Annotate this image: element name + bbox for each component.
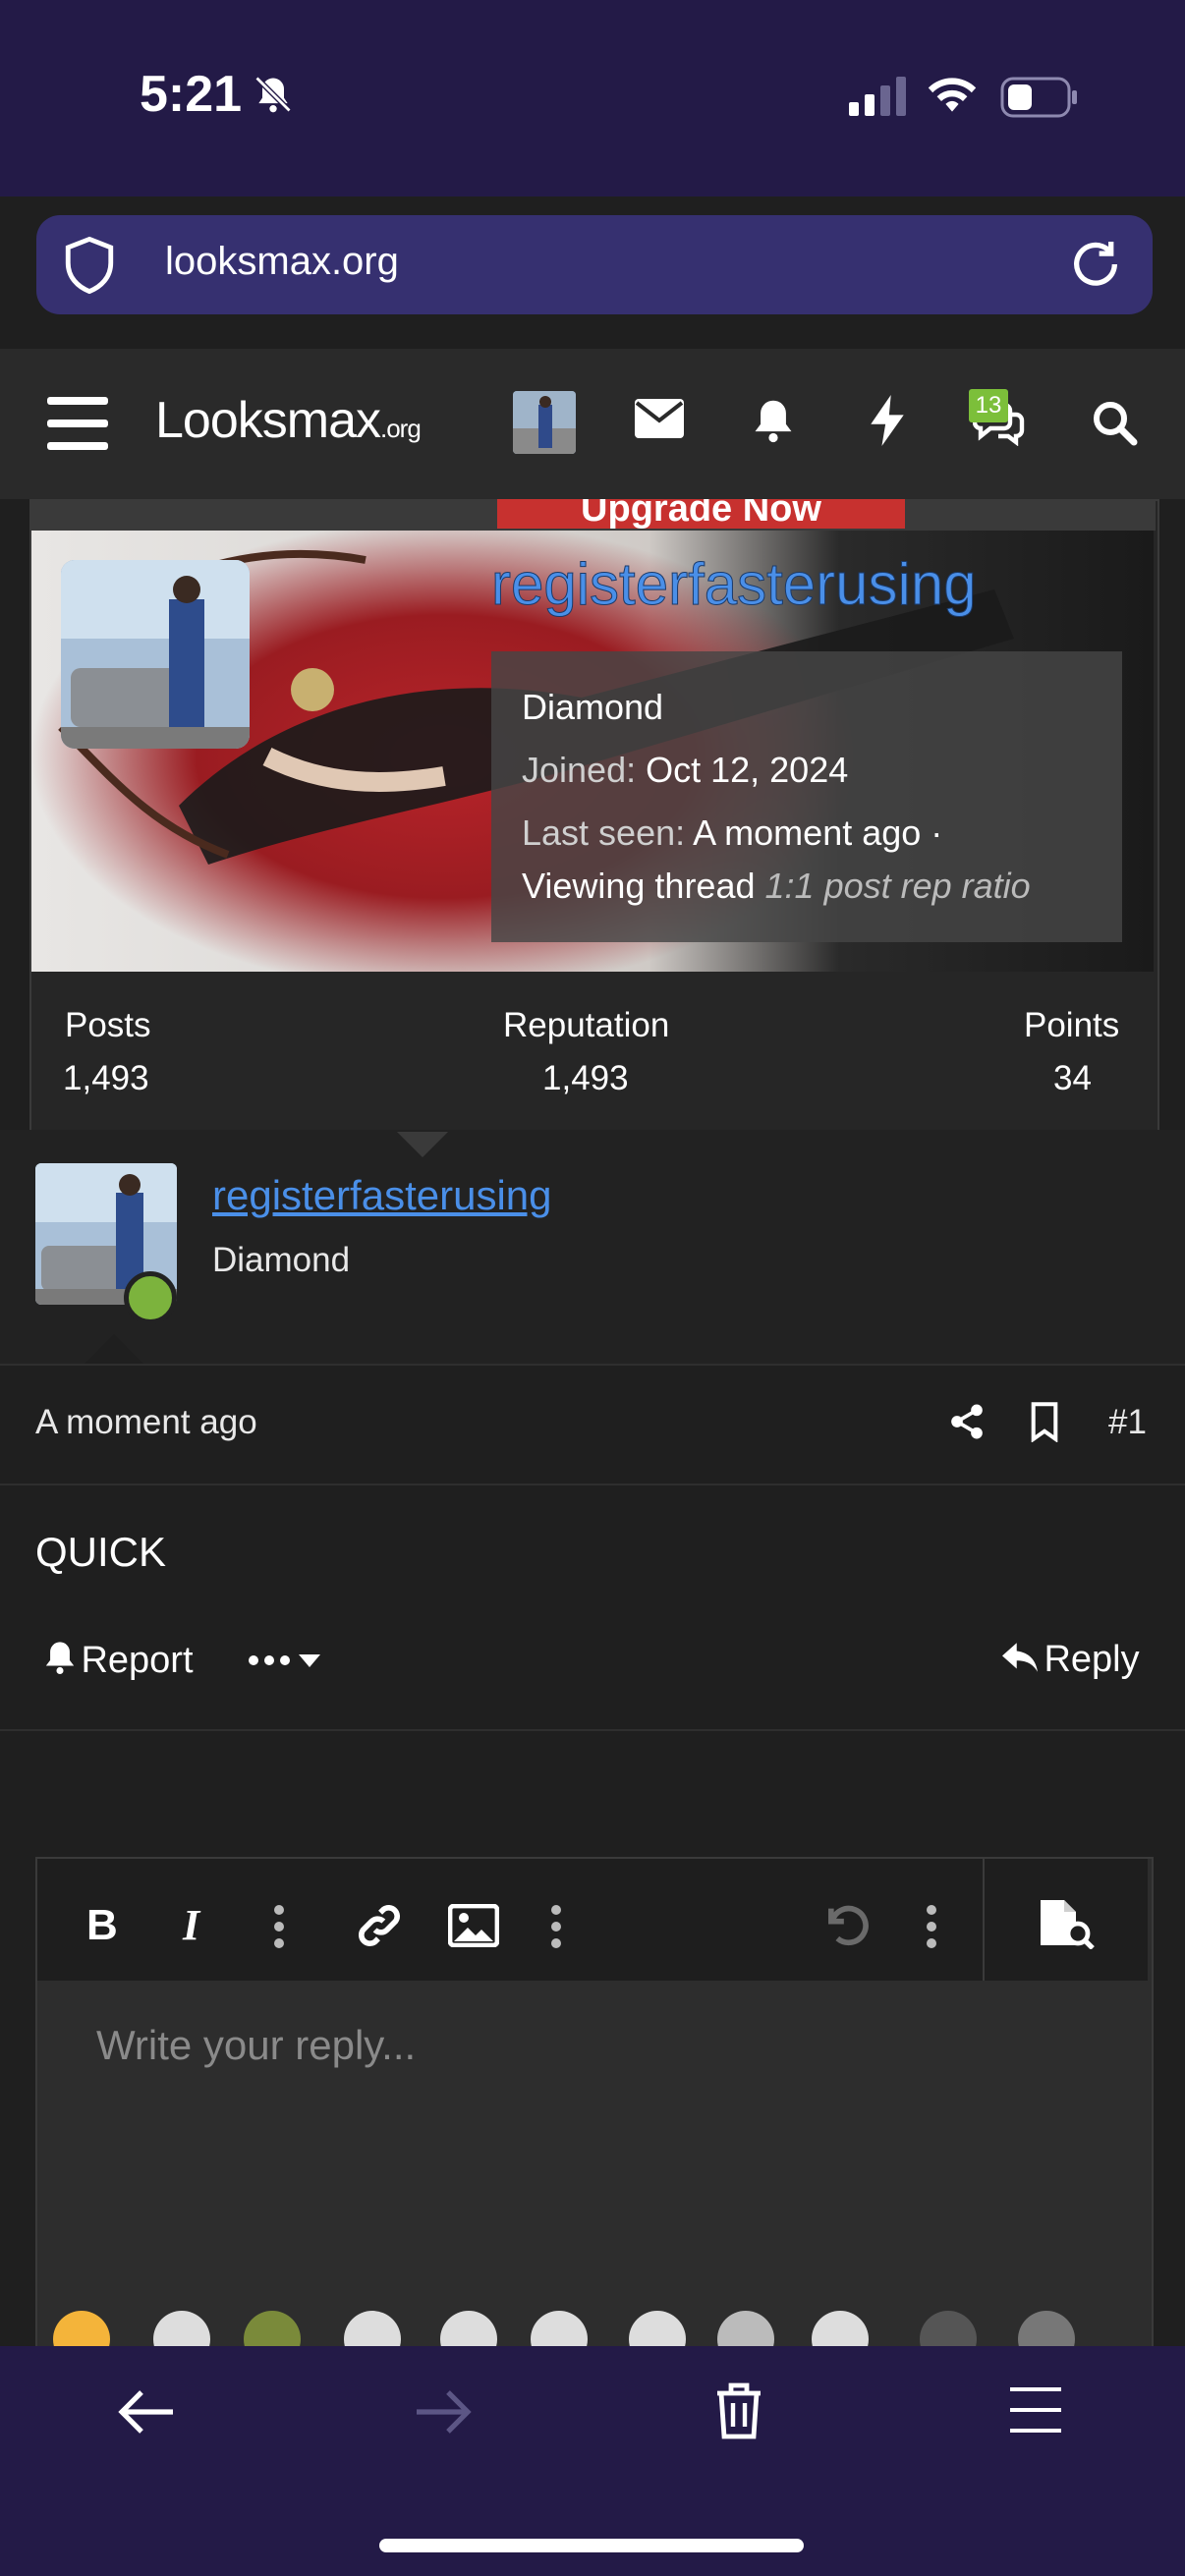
profile-stats: Posts 1,493 Reputation 1,493 Points 34 [31,973,1154,1133]
bookmark-icon[interactable] [1028,1401,1061,1442]
stat-posts-label: Posts [65,1006,151,1044]
bell-icon[interactable] [751,397,796,444]
bold-icon[interactable]: B [83,1902,122,1945]
reply-placeholder[interactable]: Write your reply... [96,2022,416,2069]
smilie-item[interactable] [1018,2311,1075,2346]
trash-icon[interactable] [713,2381,764,2440]
post-header [0,1130,1185,1364]
smilie-item[interactable] [629,2311,686,2346]
post-caret [85,1334,143,1364]
url-text[interactable]: looksmax.org [165,240,399,284]
profile-username[interactable]: registerfasterusing [491,550,978,618]
smilie-item[interactable] [153,2311,210,2346]
post-time[interactable]: A moment ago [35,1403,257,1442]
home-indicator [379,2539,804,2552]
italic-icon[interactable]: I [179,1902,214,1945]
profile-info-box: Diamond Joined: Oct 12, 2024 Last seen: … [491,651,1122,942]
image-icon[interactable] [448,1904,499,1947]
stat-points-label: Points [1024,1006,1120,1044]
report-label: Report [81,1640,194,1681]
profile-activity: Viewing thread 1:1 post rep ratio [522,866,1031,906]
smilie-item[interactable] [53,2311,110,2346]
smilie-bar [35,2311,1150,2346]
link-icon[interactable] [354,1900,405,1951]
profile-avatar[interactable] [61,560,250,749]
more-formatting-icon[interactable] [271,1904,287,1949]
smilie-item[interactable] [920,2311,977,2346]
post-number[interactable]: #1 [1108,1403,1147,1442]
search-icon[interactable] [1091,399,1138,446]
share-icon[interactable] [947,1401,987,1442]
smilie-item[interactable] [812,2311,869,2346]
divider [0,1484,1185,1485]
report-button[interactable]: Report [43,1639,194,1682]
divider [0,1364,1185,1366]
smilie-item[interactable] [717,2311,774,2346]
post-body: QUICK [35,1529,167,1575]
online-status-dot [124,1271,177,1324]
stat-posts-value: 1,493 [63,1059,149,1097]
battery-icon [1000,77,1079,118]
smilie-item[interactable] [440,2311,497,2346]
menu-icon[interactable] [1010,2387,1061,2433]
upgrade-now-button[interactable]: Upgrade Now [497,499,905,529]
stat-reputation-label: Reputation [503,1006,670,1044]
bell-slash-icon [252,73,295,116]
conversations-badge: 13 [969,389,1008,422]
reply-button[interactable]: Reply [1000,1639,1140,1681]
toolbar-divider [983,1859,985,1981]
divider [0,1729,1185,1731]
status-time: 5:21 [140,66,243,123]
forward-arrow-icon[interactable] [413,2385,472,2438]
back-arrow-icon[interactable] [118,2385,177,2438]
smilie-item[interactable] [344,2311,401,2346]
svg-text:I: I [182,1902,201,1945]
hamburger-menu-icon[interactable] [47,397,108,450]
smilie-item[interactable] [244,2311,301,2346]
svg-text:B: B [86,1902,118,1945]
signal-icon [849,77,908,116]
user-avatar-thumb[interactable] [513,391,576,454]
stat-reputation-value: 1,493 [542,1059,629,1097]
stat-points-value: 34 [1053,1059,1092,1097]
post-rank: Diamond [212,1241,351,1279]
profile-rank: Diamond [522,687,664,727]
wifi-icon [926,73,979,116]
bell-icon [45,1642,75,1674]
reply-label: Reply [1044,1639,1140,1680]
post-username[interactable]: registerfasterusing [212,1172,552,1219]
lightning-icon[interactable] [869,395,906,446]
site-logo[interactable]: Looksmax.org [155,391,422,450]
shield-icon[interactable] [61,234,118,297]
more-actions-icon[interactable] [924,1904,939,1949]
reload-icon[interactable] [1067,236,1124,293]
profile-joined: Joined: Oct 12, 2024 [522,750,849,790]
undo-icon[interactable] [819,1900,873,1951]
envelope-icon[interactable] [635,399,684,438]
profile-last-seen: Last seen: A moment ago · [522,812,943,853]
smilie-item[interactable] [531,2311,588,2346]
preview-icon[interactable] [1036,1898,1097,1949]
tooltip-caret [397,1132,448,1157]
reply-arrow-icon [1002,1643,1038,1672]
more-options-button[interactable] [248,1652,328,1676]
more-insert-icon[interactable] [548,1904,564,1949]
